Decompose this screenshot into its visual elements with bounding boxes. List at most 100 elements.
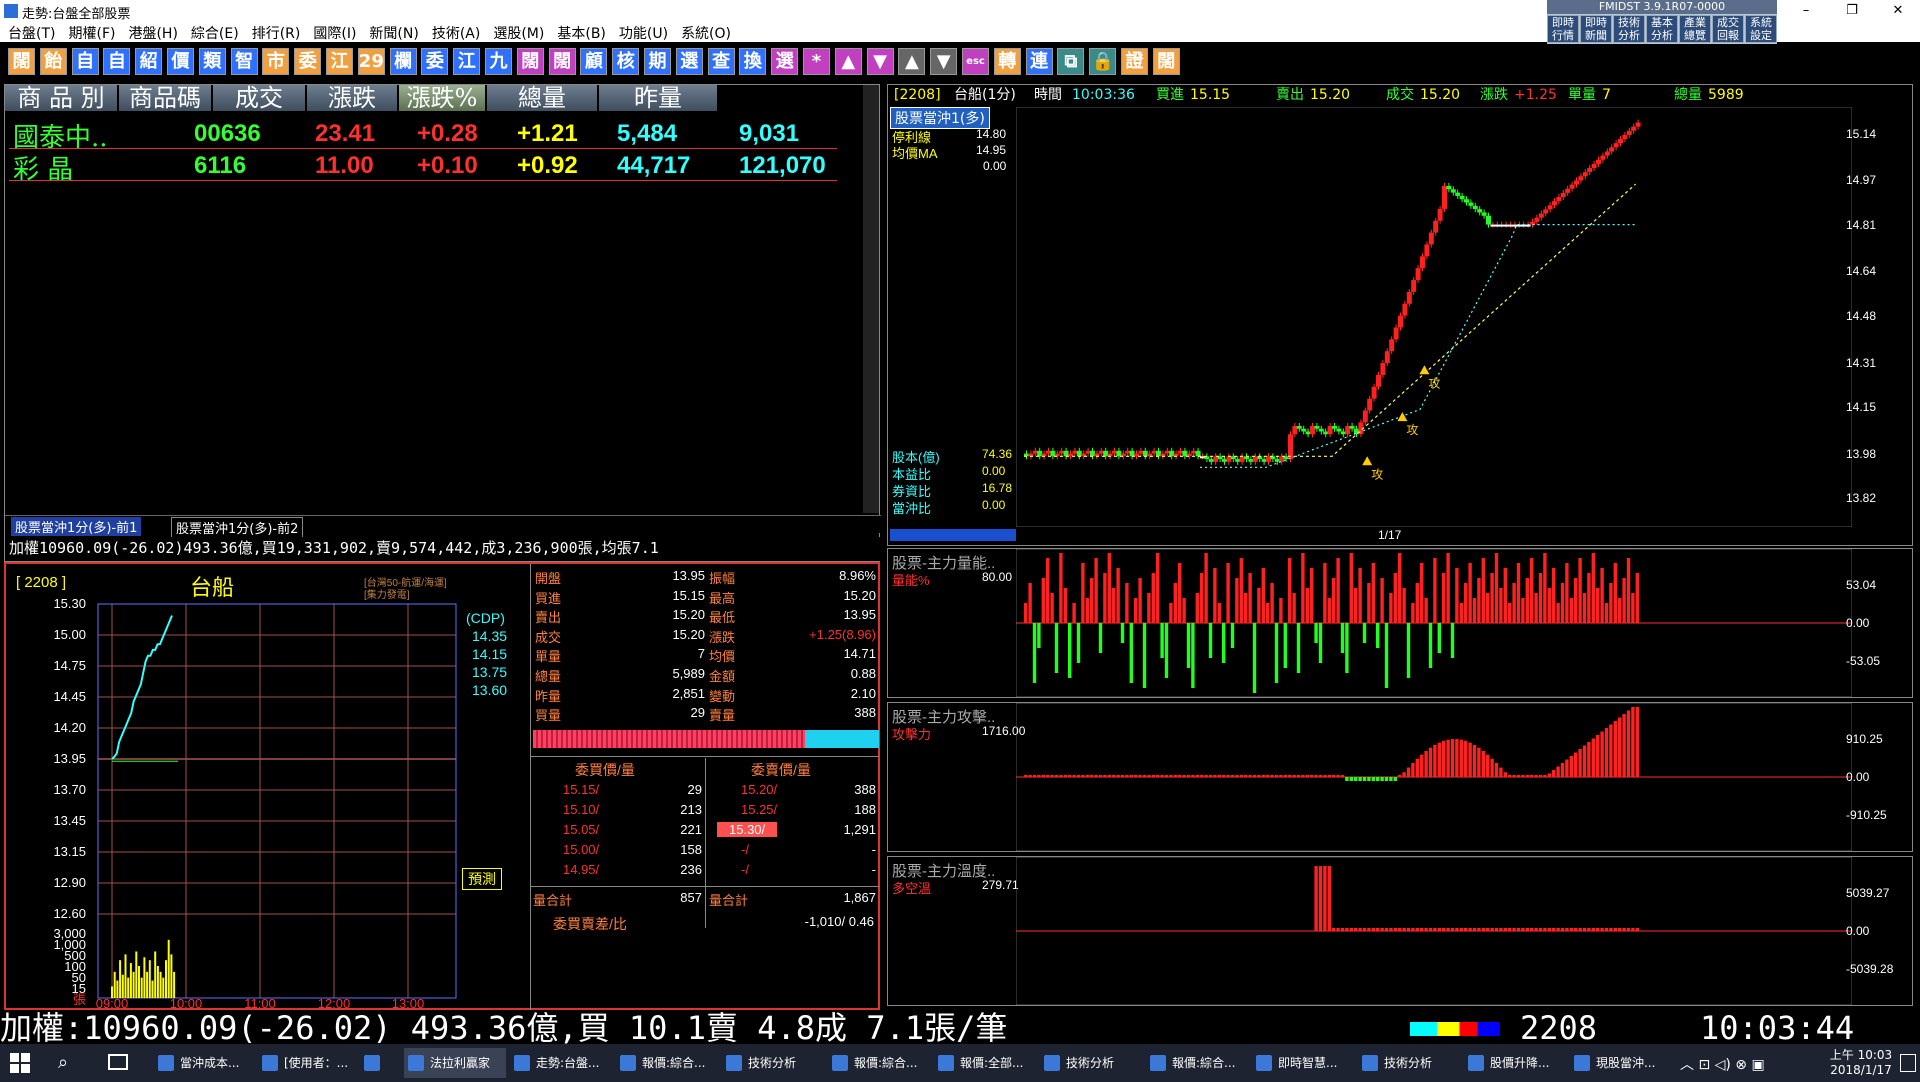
column-header-2[interactable]: 成交 — [213, 85, 305, 111]
notification-icon[interactable] — [1900, 1054, 1916, 1072]
quick-button-6[interactable]: 系統 設定 — [1745, 15, 1777, 43]
taskbar-item-6[interactable]: 技術分析 — [722, 1048, 824, 1078]
menu-item-11[interactable]: 系統(O) — [673, 22, 736, 43]
column-header-1[interactable]: 商品碼 — [119, 85, 211, 111]
toolbar-button-23[interactable]: 換 — [739, 48, 767, 75]
taskbar-item-9[interactable]: 技術分析 — [1040, 1048, 1142, 1078]
toolbar-button-21[interactable]: 選 — [675, 48, 703, 75]
quick-button-4[interactable]: 產業 總覽 — [1679, 15, 1711, 43]
toolbar-button-10[interactable]: 江 — [326, 48, 353, 75]
toolbar-button-3[interactable]: 自 — [103, 48, 131, 75]
quick-button-1[interactable]: 即時 新聞 — [1580, 15, 1612, 43]
column-header-3[interactable]: 漲跌 — [307, 85, 397, 111]
menu-item-1[interactable]: 期權(F) — [60, 22, 120, 43]
menu-item-0[interactable]: 台盤(T) — [0, 22, 60, 43]
toolbar-button-26[interactable]: ▲ — [834, 48, 862, 75]
indicator-y-label: -910.25 — [1846, 808, 1887, 822]
taskbar-item-13[interactable]: 股價升降... — [1464, 1048, 1566, 1078]
taskbar-item-4[interactable]: 走勢:台盤... — [510, 1048, 612, 1078]
menu-item-2[interactable]: 港盤(H) — [120, 22, 182, 43]
toolbar-button-31[interactable]: 轉 — [993, 48, 1021, 75]
toolbar-button-15[interactable]: 九 — [485, 48, 512, 75]
quick-button-3[interactable]: 基本 分析 — [1646, 15, 1678, 43]
taskbar-item-8[interactable]: 報價:全部... — [934, 1048, 1036, 1078]
toolbar-button-22[interactable]: 查 — [707, 48, 735, 75]
toolbar-button-25[interactable]: * — [803, 48, 830, 75]
toolbar-button-19[interactable]: 核 — [612, 48, 640, 75]
toolbar-button-12[interactable]: 欄 — [389, 48, 417, 75]
indicator-bar — [1464, 928, 1468, 931]
menu-item-9[interactable]: 基本(B) — [549, 22, 611, 43]
toolbar-button-24[interactable]: 選 — [771, 48, 799, 75]
taskbar-item-14[interactable]: 現股當沖... — [1570, 1048, 1672, 1078]
toolbar-button-35[interactable]: 證 — [1121, 48, 1148, 75]
menu-item-5[interactable]: 國際(I) — [305, 22, 361, 43]
toolbar-button-2[interactable]: 自 — [71, 48, 99, 75]
toolbar-button-29[interactable]: ▼ — [930, 48, 958, 75]
taskbar-item-12[interactable]: 技術分析 — [1358, 1048, 1460, 1078]
toolbar-button-28[interactable]: ▲ — [898, 48, 926, 75]
task-view-icon[interactable] — [108, 1054, 128, 1070]
search-icon[interactable]: ⌕ — [58, 1052, 68, 1073]
taskbar-item-5[interactable]: 報價:綜合... — [616, 1048, 718, 1078]
menu-item-8[interactable]: 選股(M) — [485, 22, 549, 43]
menu-item-6[interactable]: 新聞(N) — [361, 22, 423, 43]
tab-strategy-2[interactable]: 股票當沖1分(多)-前2 — [171, 517, 304, 538]
toolbar-button-17[interactable]: 闊 — [548, 48, 576, 75]
toolbar-button-11[interactable]: 29 — [357, 48, 385, 75]
toolbar-button-6[interactable]: 類 — [198, 48, 226, 75]
toolbar-button-34[interactable]: 🔒 — [1089, 48, 1117, 75]
taskbar-item-10[interactable]: 報價:綜合... — [1146, 1048, 1248, 1078]
tab-strategy-1[interactable]: 股票當沖1分(多)-前1 — [11, 517, 142, 536]
taskbar-item-2[interactable] — [360, 1048, 402, 1078]
quote-chg: +0.28 — [417, 120, 478, 147]
toolbar-button-18[interactable]: 顧 — [580, 48, 608, 75]
toolbar-button-36[interactable]: 闊 — [1152, 48, 1180, 75]
quick-button-5[interactable]: 成交 回報 — [1712, 15, 1744, 43]
toolbar-button-32[interactable]: 連 — [1025, 48, 1053, 75]
toolbar-button-16[interactable]: 闊 — [516, 48, 544, 75]
quick-button-2[interactable]: 技術 分析 — [1613, 15, 1645, 43]
toolbar-button-20[interactable]: 期 — [644, 48, 671, 75]
toolbar-button-27[interactable]: ▼ — [866, 48, 894, 75]
indicator-bar — [1402, 588, 1406, 623]
toolbar-button-9[interactable]: 委 — [294, 48, 322, 75]
quote-row[interactable]: 彩 晶 6116 11.00 +0.10 +0.92 44,717 121,070 — [9, 151, 837, 185]
tray-icons[interactable]: ︿ ⊡ ◁) ⊗ ▣ — [1680, 1054, 1765, 1074]
toolbar-button-4[interactable]: 紹 — [135, 48, 163, 75]
column-header-0[interactable]: 商 品 別 — [5, 85, 117, 111]
toolbar-button-0[interactable]: 闊 — [8, 48, 35, 75]
toolbar-button-1[interactable]: 飴 — [39, 48, 67, 75]
toolbar-button-14[interactable]: 江 — [453, 48, 481, 75]
taskbar-item-3[interactable]: 法拉利贏家 — [404, 1048, 506, 1078]
restore-button[interactable]: ❐ — [1830, 0, 1874, 22]
minimize-button[interactable]: – — [1784, 0, 1828, 22]
toolbar-button-5[interactable]: 價 — [167, 48, 194, 75]
quote-scrollbar[interactable] — [863, 85, 879, 513]
menu-item-10[interactable]: 功能(U) — [611, 22, 673, 43]
predict-button[interactable]: 預測 — [462, 868, 502, 890]
quick-button-0[interactable]: 即時 行情 — [1547, 15, 1579, 43]
menu-item-3[interactable]: 綜合(E) — [183, 22, 244, 43]
column-header-5[interactable]: 總量 — [487, 85, 597, 111]
start-windows-icon[interactable] — [10, 1053, 30, 1073]
toolbar-button-7[interactable]: 智 — [230, 48, 258, 75]
strategy-label[interactable]: 股票當沖1(多) — [890, 107, 990, 129]
menu-item-7[interactable]: 技術(A) — [424, 22, 486, 43]
taskbar-item-7[interactable]: 報價:綜合... — [828, 1048, 930, 1078]
taskbar-item-11[interactable]: 即時智慧... — [1252, 1048, 1354, 1078]
close-button[interactable]: ✕ — [1876, 0, 1920, 22]
kline-scrollbar[interactable] — [890, 529, 1016, 541]
column-header-6[interactable]: 昨量 — [599, 85, 717, 111]
toolbar-button-33[interactable]: ⧉ — [1057, 48, 1085, 75]
taskbar-item-1[interactable]: [使用者：... — [258, 1048, 360, 1078]
clock[interactable]: 上午 10:03 2018/1/17 — [1828, 1046, 1894, 1077]
column-header-4[interactable]: 漲跌% — [399, 85, 485, 111]
quote-row[interactable]: 國泰中.. 00636 23.41 +0.28 +1.21 5,484 9,031 — [9, 119, 837, 153]
volume-tick-label: 張 — [73, 992, 86, 1007]
toolbar-button-8[interactable]: 市 — [262, 48, 290, 75]
menu-item-4[interactable]: 排行(R) — [244, 22, 306, 43]
toolbar-button-13[interactable]: 委 — [421, 48, 449, 75]
toolbar-button-30[interactable]: esc — [962, 48, 989, 75]
taskbar-item-0[interactable]: 當沖成本... — [154, 1048, 256, 1078]
